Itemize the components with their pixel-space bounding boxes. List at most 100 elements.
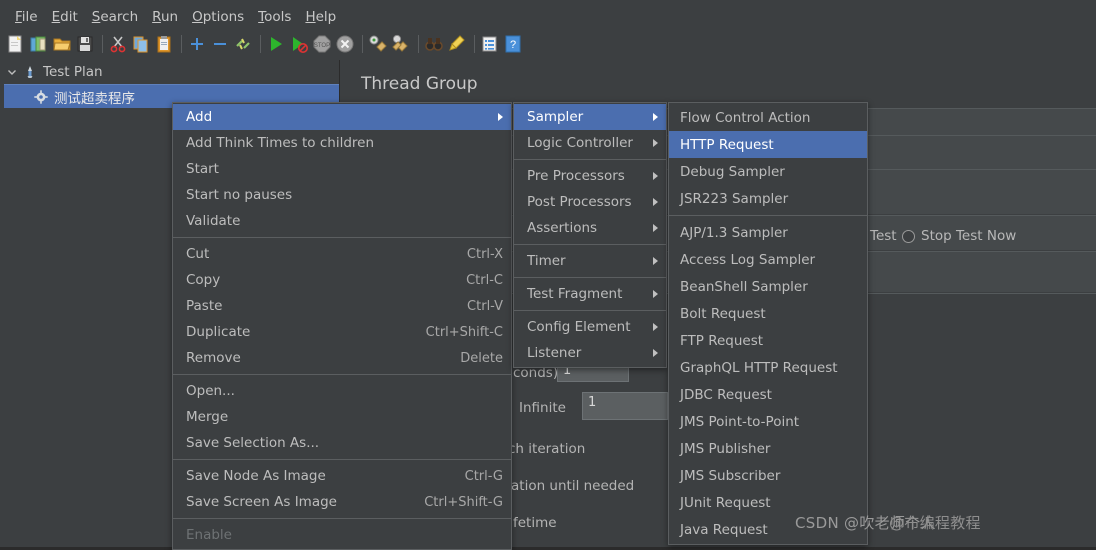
sampler-item-jms-subscriber[interactable]: JMS Subscriber — [669, 462, 867, 489]
toggle-icon[interactable] — [233, 34, 253, 54]
menubar-item-tools[interactable]: Tools — [251, 8, 298, 27]
save-icon[interactable] — [75, 34, 95, 54]
stop-icon: STOP — [312, 34, 332, 54]
add-item-assertions[interactable]: Assertions — [514, 215, 666, 241]
copy-icon[interactable] — [131, 34, 151, 54]
sampler-item-ftp-request[interactable]: FTP Request — [669, 327, 867, 354]
collapse-minus-icon[interactable] — [210, 34, 230, 54]
delay-creation-label: ation until needed — [511, 478, 635, 494]
sampler-item-bolt-request[interactable]: Bolt Request — [669, 300, 867, 327]
cut-scissors-icon[interactable] — [108, 34, 128, 54]
menu-item-label: Sampler — [527, 109, 584, 125]
new-from-template-icon[interactable] — [29, 34, 49, 54]
menu-item-label: Open... — [186, 383, 235, 399]
search-binoculars-icon[interactable] — [424, 34, 444, 54]
radio-dot-icon[interactable] — [902, 229, 915, 243]
add-item-test-fragment[interactable]: Test Fragment — [514, 281, 666, 307]
menu-item-cut[interactable]: Cut Ctrl-X — [173, 241, 511, 267]
loop-count-input[interactable]: 1 — [582, 392, 668, 420]
menubar-item-help[interactable]: Help — [298, 8, 343, 27]
radio-stop-test-now[interactable]: Stop Test Now — [902, 228, 1016, 244]
menu-item-label: Save Screen As Image — [186, 494, 337, 510]
help-icon[interactable]: ? — [503, 34, 523, 54]
chevron-down-icon[interactable] — [6, 66, 18, 78]
menubar-item-edit[interactable]: Edit — [45, 8, 85, 27]
sampler-item-jdbc-request[interactable]: JDBC Request — [669, 381, 867, 408]
menu-separator — [514, 310, 666, 311]
menu-item-add-think-times-to-children[interactable]: Add Think Times to children — [173, 130, 511, 156]
menu-item-paste[interactable]: Paste Ctrl-V — [173, 293, 511, 319]
sampler-item-access-log-sampler[interactable]: Access Log Sampler — [669, 246, 867, 273]
lifetime-label: fetime — [513, 515, 557, 531]
toolbar-separator — [418, 35, 419, 53]
menu-item-label: Validate — [186, 213, 241, 229]
sampler-item-debug-sampler[interactable]: Debug Sampler — [669, 158, 867, 185]
open-folder-icon[interactable] — [52, 34, 72, 54]
sampler-submenu[interactable]: Flow Control Action HTTP Request Debug Sam… — [668, 102, 868, 545]
sampler-item-ajp-1-3-sampler[interactable]: AJP/1.3 Sampler — [669, 219, 867, 246]
menu-item-label: Test Fragment — [527, 286, 623, 302]
reset-search-icon[interactable] — [447, 34, 467, 54]
paste-icon[interactable] — [154, 34, 174, 54]
menu-separator — [514, 277, 666, 278]
menubar-item-run[interactable]: Run — [145, 8, 185, 27]
menu-item-start-no-pauses[interactable]: Start no pauses — [173, 182, 511, 208]
sampler-item-jms-point-to-point[interactable]: JMS Point-to-Point — [669, 408, 867, 435]
menu-item-label: AJP/1.3 Sampler — [680, 224, 788, 241]
menu-item-save-screen-as-image[interactable]: Save Screen As Image Ctrl+Shift-G — [173, 489, 511, 515]
sampler-item-http-request[interactable]: HTTP Request — [669, 131, 867, 158]
menubar-item-file[interactable]: File — [8, 8, 45, 27]
clear-all-icon[interactable] — [391, 34, 411, 54]
menu-item-label: JDBC Request — [680, 386, 772, 403]
menu-item-open[interactable]: Open... — [173, 378, 511, 404]
add-item-config-element[interactable]: Config Element — [514, 314, 666, 340]
menu-item-remove[interactable]: Remove Delete — [173, 345, 511, 371]
add-submenu[interactable]: Sampler Logic Controller Pre Processors Pos… — [513, 102, 667, 368]
start-no-pauses-icon[interactable] — [289, 34, 309, 54]
same-user-label: ch iteration — [508, 441, 586, 457]
menu-item-label: Flow Control Action — [680, 109, 811, 126]
menu-item-label: Start no pauses — [186, 187, 293, 203]
function-helper-icon[interactable] — [480, 34, 500, 54]
menubar-item-search[interactable]: Search — [85, 8, 145, 27]
add-item-timer[interactable]: Timer — [514, 248, 666, 274]
tree-node-test-plan[interactable]: Test Plan — [0, 60, 339, 84]
menu-item-label: Start — [186, 161, 219, 177]
start-play-icon[interactable] — [266, 34, 286, 54]
add-item-listener[interactable]: Listener — [514, 340, 666, 366]
test-plan-icon — [23, 65, 37, 79]
menu-item-label: Listener — [527, 345, 582, 361]
add-item-post-processors[interactable]: Post Processors — [514, 189, 666, 215]
menu-item-copy[interactable]: Copy Ctrl-C — [173, 267, 511, 293]
menu-item-label: Post Processors — [527, 194, 632, 210]
add-item-pre-processors[interactable]: Pre Processors — [514, 163, 666, 189]
sampler-item-graphql-http-request[interactable]: GraphQL HTTP Request — [669, 354, 867, 381]
menu-item-save-selection-as[interactable]: Save Selection As... — [173, 430, 511, 456]
new-file-icon[interactable] — [6, 34, 26, 54]
menubar-item-options[interactable]: Options — [185, 8, 251, 27]
menu-item-save-node-as-image[interactable]: Save Node As Image Ctrl-G — [173, 463, 511, 489]
sampler-item-jsr223-sampler[interactable]: JSR223 Sampler — [669, 185, 867, 212]
menubar-mnemonic: R — [152, 8, 161, 25]
menu-item-duplicate[interactable]: Duplicate Ctrl+Shift-C — [173, 319, 511, 345]
menu-separator — [514, 244, 666, 245]
shutdown-icon — [335, 34, 355, 54]
menu-item-enable: Enable — [173, 522, 511, 548]
expand-plus-icon[interactable] — [187, 34, 207, 54]
menu-item-merge[interactable]: Merge — [173, 404, 511, 430]
menu-item-add[interactable]: Add — [173, 104, 511, 130]
tree-node-context-menu[interactable]: Add Add Think Times to children Start Start… — [172, 102, 512, 550]
menu-item-start[interactable]: Start — [173, 156, 511, 182]
menu-item-validate[interactable]: Validate — [173, 208, 511, 234]
add-item-logic-controller[interactable]: Logic Controller — [514, 130, 666, 156]
chevron-right-icon — [653, 349, 658, 357]
menu-item-label: HTTP Request — [680, 136, 774, 153]
sampler-item-jms-publisher[interactable]: JMS Publisher — [669, 435, 867, 462]
sampler-item-flow-control-action[interactable]: Flow Control Action — [669, 104, 867, 131]
menu-item-label: JMS Publisher — [680, 440, 771, 457]
menu-item-label: JUnit Request — [680, 494, 771, 511]
sampler-item-beanshell-sampler[interactable]: BeanShell Sampler — [669, 273, 867, 300]
clear-icon[interactable] — [368, 34, 388, 54]
add-item-sampler[interactable]: Sampler — [514, 104, 666, 130]
menu-item-label: Merge — [186, 409, 229, 425]
